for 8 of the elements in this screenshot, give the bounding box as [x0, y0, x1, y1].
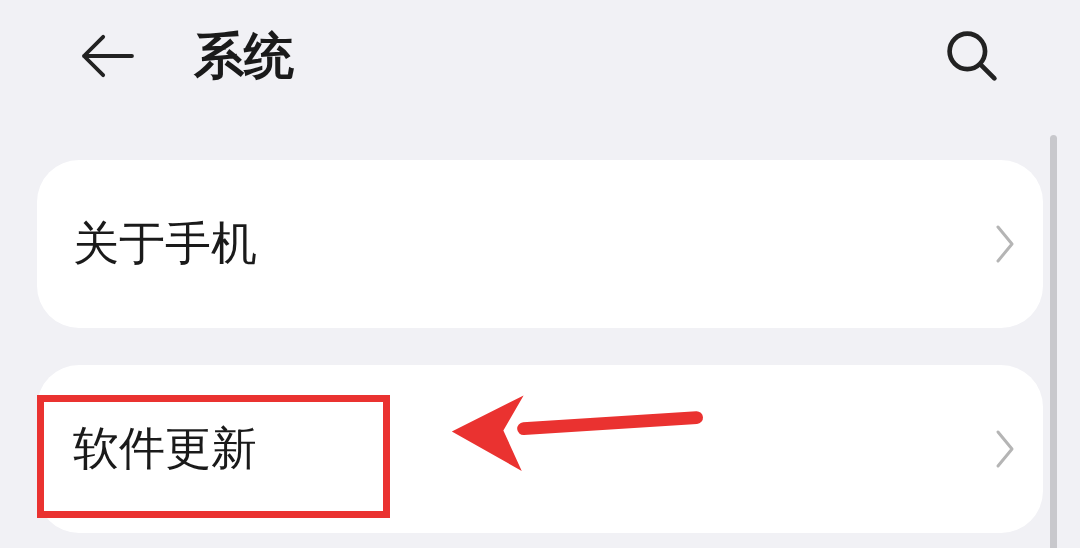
item-label: 软件更新	[73, 420, 257, 477]
chevron-icon	[995, 224, 1015, 264]
search-icon[interactable]	[944, 28, 1000, 84]
settings-item[interactable]: 软件更新	[37, 365, 1043, 533]
page-title: 系统	[194, 25, 295, 87]
item-label: 关于手机	[73, 215, 257, 272]
chevron-icon	[995, 429, 1015, 469]
settings-item[interactable]: 关于手机	[37, 160, 1043, 328]
